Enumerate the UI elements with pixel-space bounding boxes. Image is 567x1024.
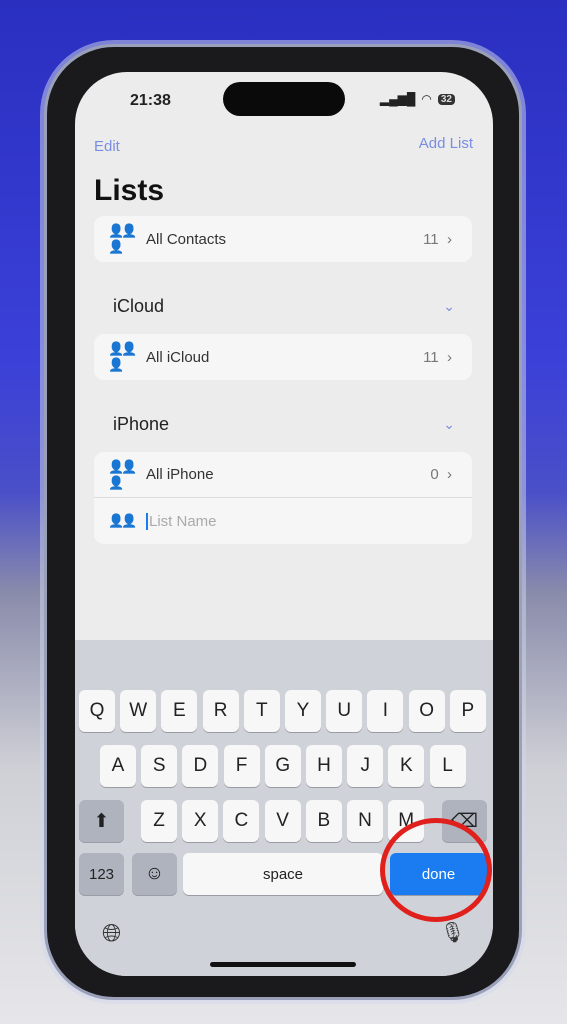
iphone-card: 👤👤👤 All iPhone 0 › 👤👤 List Name <box>94 452 472 544</box>
icloud-card: 👤👤👤 All iCloud 11 › <box>94 334 472 380</box>
home-indicator <box>210 962 356 967</box>
key-y[interactable]: Y <box>285 690 321 732</box>
key-i[interactable]: I <box>367 690 404 732</box>
list-name-input[interactable]: List Name <box>146 512 217 530</box>
key-d[interactable]: D <box>182 745 219 787</box>
key-w[interactable]: W <box>120 690 157 732</box>
list-item-all-iphone[interactable]: 👤👤👤 All iPhone 0 › <box>94 452 472 498</box>
status-time: 21:38 <box>130 92 171 109</box>
add-list-button[interactable]: Add List <box>419 135 473 152</box>
battery-icon: 32 <box>437 93 455 105</box>
key-o[interactable]: O <box>408 690 445 732</box>
group-icon: 👤👤 <box>108 513 137 528</box>
list-item-label: All Contacts <box>146 230 227 248</box>
chevron-down-icon[interactable]: ⌄ <box>443 298 455 315</box>
list-name-row: 👤👤 List Name <box>94 498 472 544</box>
key-t[interactable]: T <box>243 690 280 732</box>
shift-key[interactable]: ⬆ <box>79 800 124 842</box>
list-item-all-icloud[interactable]: 👤👤👤 All iCloud 11 › <box>94 334 472 380</box>
globe-icon[interactable]: 🌐︎ <box>102 920 121 948</box>
key-j[interactable]: J <box>347 745 384 787</box>
all-contacts-card: 👤👤👤 All Contacts 11 › <box>94 216 472 262</box>
key-q[interactable]: Q <box>79 690 115 732</box>
edit-button[interactable]: Edit <box>94 138 120 155</box>
key-s[interactable]: S <box>141 745 178 787</box>
key-l[interactable]: L <box>429 745 466 787</box>
group-icon: 👤👤👤 <box>108 341 137 372</box>
section-header-iphone[interactable]: iPhone <box>113 414 169 435</box>
key-v[interactable]: V <box>264 800 301 842</box>
group-icon: 👤👤👤 <box>108 458 137 490</box>
key-a[interactable]: A <box>100 745 136 787</box>
space-key[interactable]: space <box>183 853 383 895</box>
shift-icon: ⬆ <box>93 810 110 832</box>
signal-icon: ▂▄▆█ <box>379 92 416 106</box>
page-title: Lists <box>94 174 165 207</box>
key-z[interactable]: Z <box>141 800 177 842</box>
wifi-icon: ◠ <box>421 92 432 106</box>
list-item-label: All iCloud <box>146 348 210 366</box>
key-k[interactable]: K <box>388 745 425 787</box>
list-item-count: 11 › <box>423 348 452 366</box>
key-h[interactable]: H <box>306 745 342 787</box>
numbers-key[interactable]: 123 <box>79 853 124 895</box>
key-c[interactable]: C <box>223 800 260 842</box>
list-item-count: 11 › <box>423 230 452 248</box>
dynamic-island <box>223 82 345 116</box>
key-b[interactable]: B <box>305 800 342 842</box>
key-p[interactable]: P <box>449 690 486 732</box>
key-n[interactable]: N <box>347 800 383 842</box>
key-e[interactable]: E <box>161 690 198 732</box>
section-header-icloud[interactable]: iCloud <box>113 296 164 317</box>
key-u[interactable]: U <box>326 690 363 732</box>
key-f[interactable]: F <box>223 745 260 787</box>
group-icon: 👤👤👤 <box>108 223 137 254</box>
list-item-label: All iPhone <box>146 466 214 483</box>
chevron-down-icon[interactable]: ⌄ <box>443 416 455 433</box>
key-r[interactable]: R <box>202 690 239 732</box>
key-x[interactable]: X <box>182 800 219 842</box>
status-icons: ▂▄▆█ ◠ 32 <box>380 92 455 106</box>
key-g[interactable]: G <box>264 745 301 787</box>
emoji-key[interactable]: ☺ <box>132 853 177 895</box>
list-item-count: 0 › <box>430 466 452 483</box>
red-annotation-circle <box>380 818 492 922</box>
microphone-icon[interactable]: 🎙︎ <box>440 920 465 945</box>
list-item-all-contacts[interactable]: 👤👤👤 All Contacts 11 › <box>94 216 472 262</box>
emoji-icon: ☺ <box>144 863 165 884</box>
